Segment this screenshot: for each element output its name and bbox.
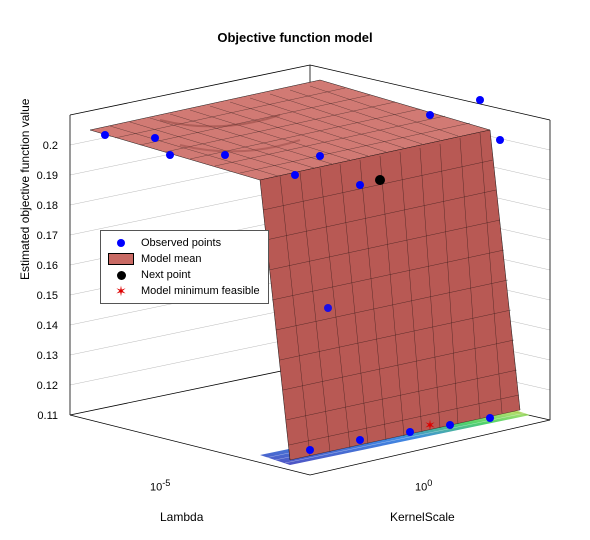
- z-tick: 0.12: [18, 380, 58, 392]
- z-tick: 0.13: [18, 350, 58, 362]
- legend-label: Next point: [141, 269, 191, 281]
- legend-label: Observed points: [141, 237, 221, 249]
- legend-label: Model minimum feasible: [141, 285, 260, 297]
- red-star-icon: ✶: [107, 284, 135, 298]
- red-patch-icon: [107, 252, 135, 266]
- blue-dot-icon: [107, 236, 135, 250]
- next-point: [375, 175, 385, 185]
- z-tick: 0.11: [18, 410, 58, 422]
- legend-entry-minfeasible: ✶ Model minimum feasible: [107, 283, 260, 299]
- z-tick: 0.14: [18, 320, 58, 332]
- z-axis-label: Estimated objective function value: [18, 99, 32, 280]
- legend-entry-observed: Observed points: [107, 235, 260, 251]
- z-tick: 0.18: [18, 200, 58, 212]
- z-tick: 0.19: [18, 170, 58, 182]
- z-tick: 0.2: [18, 140, 58, 152]
- legend-entry-nextpoint: Next point: [107, 267, 260, 283]
- black-dot-icon: [107, 268, 135, 282]
- x-axis-label-lambda: Lambda: [160, 510, 203, 524]
- chart-title: Objective function model: [0, 30, 590, 45]
- y-axis-label-kernelscale: KernelScale: [390, 510, 455, 524]
- z-tick: 0.17: [18, 230, 58, 242]
- legend-entry-modelmean: Model mean: [107, 251, 260, 267]
- model-min-feasible: ✶: [424, 417, 436, 433]
- legend-label: Model mean: [141, 253, 202, 265]
- z-tick: 0.16: [18, 260, 58, 272]
- z-tick: 0.15: [18, 290, 58, 302]
- legend: Observed points Model mean Next point ✶ …: [100, 230, 269, 304]
